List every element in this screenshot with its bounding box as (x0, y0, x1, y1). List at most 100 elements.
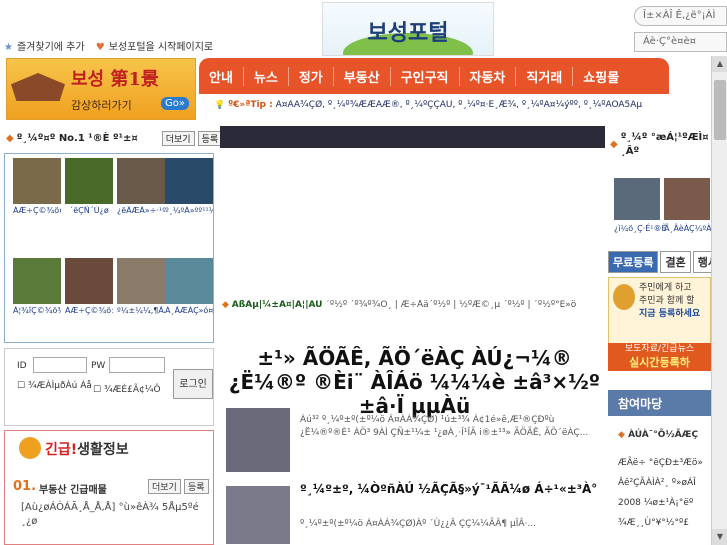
tab-wedding[interactable]: 결혼 (660, 251, 691, 273)
photo-thumb[interactable] (65, 258, 113, 304)
photo-register-button[interactable]: 등록 (197, 131, 223, 146)
urgent-item-text[interactable]: [Aù¿øÁÒÁÃ¸Å_Å,Å] °ù»êÀ¾ 5Åµ5ºé ¸¿ø (21, 501, 209, 529)
promo-banner[interactable]: 보성 第1景 감상하러가기 Go» (6, 58, 196, 120)
tab-free-register[interactable]: 무료등록 (608, 251, 659, 273)
urgent-more-button[interactable]: 더보기 (148, 479, 181, 494)
photo-caption[interactable]: ¿ëÃÆÀ»÷·¹ºÎ (117, 206, 165, 216)
medal-icon (19, 437, 41, 459)
right-photo-1[interactable] (614, 178, 660, 220)
top-right-box-1[interactable]: Î±×ÀÎ Ê,¿ë°¡ÀÌ (634, 6, 727, 26)
tip-text[interactable]: Á¤ÀÃ¾ÇØ, º¸¼º¾ÆÆÀÆ®, º¸¼ºÇÇÀÚ, º¸¼º¤·È¸Æ… (276, 100, 643, 110)
urgent-num: 01. (13, 479, 37, 494)
set-homepage-link[interactable]: ♥ 보성포털을 시작페이지로 (96, 42, 217, 53)
tip-bar: 💡 º€»ªTip : Á¤ÀÃ¾ÇØ, º¸¼º¾ÆÆÀÆ®, º¸¼ºÇÇÀ… (214, 100, 709, 110)
realtime-register-label: 실시간등록하 (629, 356, 690, 369)
nav-item-politics[interactable]: 정가 (289, 66, 334, 86)
news-item-sub[interactable]: º¸¼º±º(±º¼ö Á¤ÀÁ¾ÇØ)Àº ´Ù¿¿Â ÇÇ¼¼ÃÂ¶ µÎÂ… (300, 518, 600, 531)
photo-caption[interactable]: Á¦¾îÇ©¾ö¾î¾Ñ³,² (13, 306, 61, 316)
photo-thumb[interactable] (13, 158, 61, 204)
right-tabs: 무료등록 결혼 행사 (608, 251, 725, 273)
press-release-button[interactable]: 보도자료/긴급뉴스 실시간등록하 (608, 343, 711, 371)
side-list-item[interactable]: ¾Æ¸¸Ù°¥°½°º£ (618, 518, 689, 528)
save-id-checkbox[interactable]: ☐ ¾ÆÀÌµðÀú Àå (17, 381, 92, 391)
site-logo[interactable]: 보성포털 (322, 2, 494, 56)
tip-label: º€»ªTip : (228, 100, 273, 110)
top-right-box-2[interactable]: Áè·Ç°è¤è¤ (634, 32, 727, 52)
login-box: ID PW 로그인 ☐ ¾ÆÀÌµðÀú Àå ☐ ¾ÆÈ£Ã¢¼Ô (4, 348, 214, 426)
vertical-scrollbar[interactable]: ▲ ▼ (711, 56, 727, 545)
nav-item-shopping[interactable]: 쇼핑몰 (573, 67, 629, 86)
right-photo-caption-2[interactable]: Ã¸ÂèÀÇ¼ºÀ (664, 224, 712, 233)
right-section-title: º¸¼º °æÁ¦¹ºÆÌ¤ ¸Âº (620, 132, 709, 157)
side-list-item[interactable]: 2008 ¼ø±¹À¡°ëº (618, 498, 693, 508)
photo-more-button[interactable]: 더보기 (161, 131, 195, 146)
photo-section-title: º¸¼º¤º No.1 ¹®È º¹±¤ (16, 133, 138, 144)
notice-bar: ◆ ÃßÃµ|¼±Á¤|Á¦|ÀÛ ´º½º ´º¾º¾Ó¸ | Æ÷Åä´º½… (222, 300, 607, 310)
side-list-item[interactable]: ◆ ÀÚÀ¯°Ô½ÃÆÇ (618, 430, 698, 440)
nav-item-direct-trade[interactable]: 직거래 (516, 66, 574, 86)
right-section-header: ◆ º¸¼º °æÁ¦¹ºÆÌ¤ ¸Âº (610, 131, 710, 159)
add-favorite-link[interactable]: ★ 즐겨찾기에 추가 (4, 42, 89, 53)
pw-label: PW (91, 361, 106, 371)
news-thumbnail[interactable] (226, 408, 290, 472)
scroll-up-arrow-icon[interactable]: ▲ (712, 56, 727, 72)
lightbulb-icon: 💡 (214, 100, 226, 110)
favorites-bar: ★ 즐겨찾기에 추가 ♥ 보성포털을 시작페이지로 (4, 38, 221, 53)
scroll-down-arrow-icon[interactable]: ▼ (712, 529, 727, 545)
notice-label: ÃßÃµ|¼±Á¤|Á¦|ÀÛ (231, 300, 323, 310)
urgent-title: 긴급!생활정보 (45, 442, 129, 458)
photo-caption[interactable]: Á¸ÃÆÀÇ»ó¤º¾ (165, 306, 213, 316)
star-icon: ★ (4, 42, 13, 53)
photo-thumb[interactable] (13, 258, 61, 304)
section-bullet-icon: ◆ (6, 133, 14, 144)
news-item-text[interactable]: Àú³² º¸¼º±º(±º¼ö Á¤ÀÁ¾ÇØ) ¹ú±³¾ Á¢1é»ê,Æ… (300, 414, 600, 440)
photo-caption[interactable]: º¼±¼¼,¶ÃÁ¾Í»·Þ¿¬ (117, 306, 165, 316)
photo-caption[interactable]: ´ëÇÑ´Ù¿ø (65, 206, 113, 216)
ad-banner-slot[interactable] (220, 126, 605, 148)
id-label: ID (17, 361, 27, 371)
pw-input[interactable] (109, 357, 165, 373)
section-bullet-icon: ◆ (610, 139, 618, 150)
photo-thumb[interactable] (117, 258, 165, 304)
nav-item-jobs[interactable]: 구인구직 (391, 66, 460, 86)
photo-thumb[interactable] (65, 158, 113, 204)
photo-thumb[interactable] (165, 258, 213, 304)
photo-caption[interactable]: ÀÆ÷Ç©¾ö±ÃÀÂÂ³Î (65, 306, 113, 316)
urgent-info-box: 긴급!생활정보 01. 부동산 긴급매물 더보기 등록 [Aù¿øÁÒÁÃ¸Å_… (4, 430, 214, 545)
urgent-item-title[interactable]: 부동산 긴급매물 (39, 481, 107, 496)
photo-section-header: ◆ º¸¼º¤º No.1 ¹®È º¹±¤ 더보기 등록 (6, 131, 223, 146)
press-release-label: 보도자료/긴급뉴스 (624, 344, 695, 354)
news-bullet-icon: ◆ (222, 300, 229, 310)
logo-text: 보성포털 (367, 21, 449, 46)
side-list-item[interactable]: ÆÃë÷ °ëÇÐ±³Æö» (618, 458, 703, 468)
notice-links[interactable]: ´º½º ´º¾º¾Ó¸ | Æ÷Åä´º½º | ½ºÆ©¸µ ´º½º | … (325, 300, 576, 310)
banner-title: 보성 第1景 (71, 69, 159, 90)
photo-gallery: ÀÆ÷Ç©¾ö¤ºÀÂ±×Ç©¾ö ´ëÇÑ´Ù¿ø ¿ëÃÆÀ»÷·¹ºÎ º… (4, 153, 214, 343)
banner-subtitle: 감상하러가기 (71, 99, 132, 112)
panel-line-2: 주민과 함께 할 (639, 296, 695, 306)
save-pw-checkbox[interactable]: ☐ ¾ÆÈ£Ã¢¼Ô (93, 385, 161, 395)
photo-caption[interactable]: ÀÆ÷Ç©¾ö¤ºÀÂ±×Ç©¾ö (13, 206, 61, 216)
nav-item-news[interactable]: 뉴스 (244, 66, 289, 86)
coin-icon (613, 284, 635, 310)
main-nav: 안내 뉴스 정가 부동산 구인구직 자동차 직거래 쇼핑몰 (199, 58, 669, 94)
nav-item-info[interactable]: 안내 (199, 66, 244, 86)
side-list-item[interactable]: Âê²ÇÃÀÌÀ²¸ º»øÁÎ (618, 478, 696, 488)
urgent-register-button[interactable]: 등록 (184, 479, 209, 494)
photo-caption[interactable]: º¸¼ºÀ»ºº¹¹¼ú¹Ù (165, 206, 213, 216)
nav-item-cars[interactable]: 자동차 (460, 66, 517, 86)
news-thumbnail[interactable] (226, 486, 290, 544)
login-button[interactable]: 로그인 (173, 369, 213, 399)
bullet-icon: ◆ (618, 430, 625, 440)
news-item-title[interactable]: º¸¼º±º, ¼ÒºñÀÚ ½ÃÇÃ§»ý¯¹ÃÃ¼ø Á÷¹«±³À° (300, 482, 600, 497)
scroll-thumb[interactable] (714, 80, 726, 140)
id-input[interactable] (33, 357, 87, 373)
panel-line-3[interactable]: 지금 등록하세요 (639, 308, 700, 321)
photo-thumb[interactable] (117, 158, 165, 204)
photo-thumb[interactable] (165, 158, 213, 204)
right-photo-caption-1[interactable]: ¿ì¼ö¸Ç·É¹®È (614, 224, 667, 233)
banner-go-button[interactable]: Go» (161, 97, 189, 110)
heart-icon: ♥ (95, 42, 105, 53)
right-photo-2[interactable] (664, 178, 710, 220)
nav-item-realestate[interactable]: 부동산 (334, 66, 391, 86)
